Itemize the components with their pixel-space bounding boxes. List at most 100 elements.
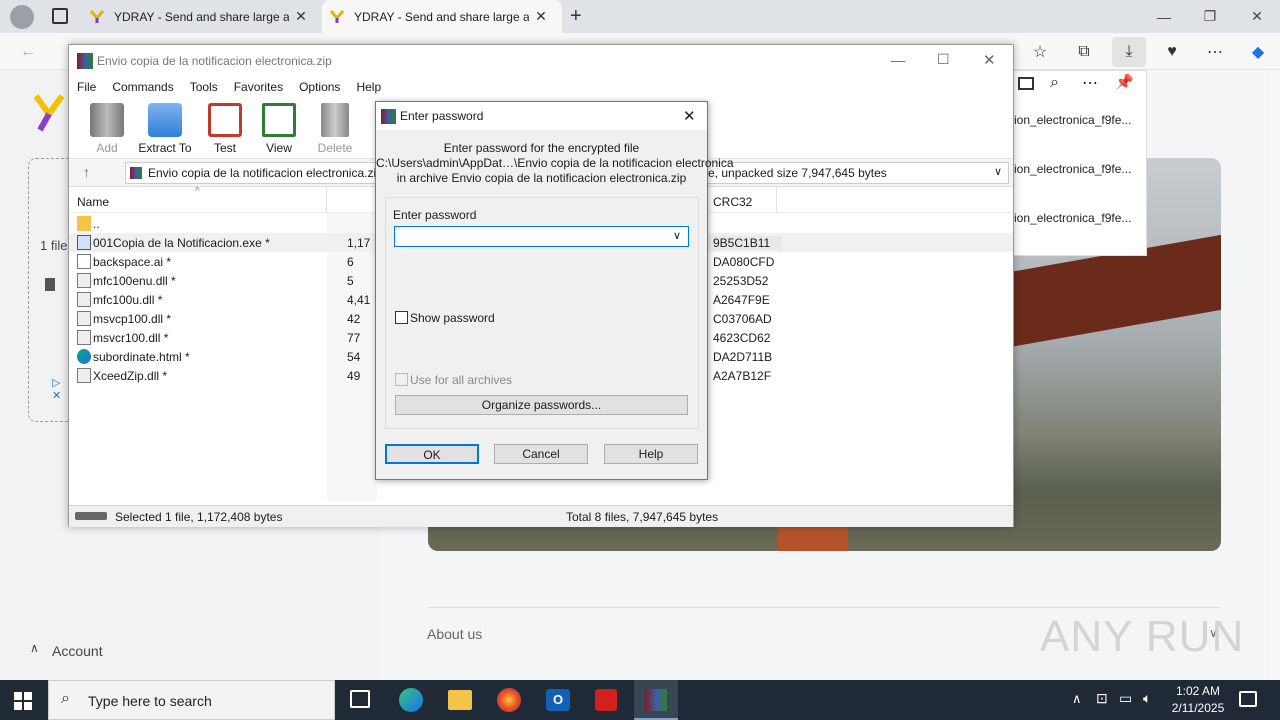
notifications-icon[interactable]	[1239, 691, 1257, 707]
winrar-app-icon	[381, 109, 396, 124]
add-button[interactable]: Add	[77, 103, 137, 155]
chevron-down-icon[interactable]: ∨	[994, 165, 1002, 178]
winrar-taskbar-icon[interactable]	[634, 680, 678, 720]
close-tab-icon[interactable]: ✕	[293, 8, 309, 25]
open-folder-icon[interactable]	[1018, 77, 1034, 90]
about-us-link[interactable]: About us	[427, 626, 482, 642]
taskbar: ⌕ Type here to search O ∧ ⊡ ▭ 🔈︎ 1:02 AM…	[0, 680, 1280, 720]
file-crc: 4623CD62	[713, 331, 771, 345]
extract-to-button[interactable]: Extract To	[135, 103, 195, 155]
delete-button[interactable]: Delete	[305, 103, 365, 155]
menu-help[interactable]: Help	[356, 80, 381, 94]
winrar-title-bar: Envio copia de la notificacion electroni…	[69, 45, 1013, 77]
file-crc: DA2D711B	[713, 350, 773, 364]
new-tab-icon[interactable]: +	[570, 5, 582, 28]
menu-file[interactable]: File	[77, 80, 96, 94]
trash-icon	[321, 103, 349, 137]
maximize-icon[interactable]: ☐	[937, 51, 950, 68]
file-crc: C03706AD	[713, 312, 772, 326]
menu-commands[interactable]: Commands	[112, 80, 173, 94]
password-field[interactable]: ∨	[394, 226, 689, 247]
search-icon[interactable]: ⌕	[1050, 74, 1059, 92]
file-name: msvcp100.dll *	[93, 312, 172, 326]
tab-actions-icon[interactable]	[52, 8, 68, 24]
download-item[interactable]: ion_electronica_f9fe...	[1014, 211, 1131, 225]
pin-icon[interactable]: 📌	[1115, 73, 1134, 91]
firefox-icon[interactable]	[497, 688, 521, 712]
task-view-icon[interactable]	[350, 690, 370, 708]
up-arrow-icon[interactable]: ↑	[83, 164, 90, 180]
divider	[427, 607, 1221, 608]
account-link[interactable]: Account	[52, 643, 103, 659]
device-icon[interactable]: ⊡	[1096, 690, 1108, 707]
message-line-1: Enter password for the encrypted file	[443, 141, 640, 155]
file-explorer-icon[interactable]	[448, 690, 472, 710]
status-total: Total 8 files, 7,947,645 bytes	[566, 510, 719, 524]
extract-to-label: Extract To	[138, 141, 192, 155]
chevron-up-icon[interactable]: ∧	[30, 641, 39, 655]
collections-icon[interactable]: ⧉	[1072, 40, 1096, 64]
close-tab-icon[interactable]: ✕	[533, 8, 549, 25]
drive-icon	[75, 512, 107, 520]
cancel-button[interactable]: Cancel	[494, 444, 588, 464]
chevron-down-icon[interactable]: ∨	[673, 229, 681, 242]
windows-start-icon[interactable]	[14, 692, 32, 710]
network-icon[interactable]: ▭	[1119, 690, 1132, 707]
menu-options[interactable]: Options	[299, 80, 340, 94]
close-window-icon[interactable]: ✕	[983, 51, 996, 69]
downloads-icon[interactable]: ⤓	[1112, 37, 1146, 67]
restore-icon[interactable]: ❐	[1187, 0, 1233, 33]
status-selected: Selected 1 file, 1,172,408 bytes	[115, 510, 283, 524]
minimize-icon[interactable]: —	[891, 52, 905, 68]
close-window-icon[interactable]: ✕	[1234, 0, 1280, 33]
download-item[interactable]: ion_electronica_f9fe...	[1014, 113, 1131, 127]
favorites-star-icon[interactable]: ☆	[1028, 40, 1052, 64]
clock-time[interactable]: 1:02 AM	[1172, 684, 1224, 698]
clock-date[interactable]: 2/11/2025	[1166, 701, 1230, 715]
search-icon: ⌕	[61, 690, 70, 707]
file-name: mfc100u.dll *	[93, 293, 163, 307]
file-name: msvcr100.dll *	[93, 331, 169, 345]
taskbar-search[interactable]: ⌕ Type here to search	[48, 680, 335, 720]
more-options-icon[interactable]: ⋯	[1082, 73, 1098, 93]
dll-icon	[77, 330, 91, 345]
ad-info-icon[interactable]: ▷ ✕	[52, 376, 68, 406]
ydray-logo-icon	[34, 94, 64, 132]
performance-icon[interactable]: ♥	[1160, 40, 1184, 64]
back-icon[interactable]: ←	[16, 40, 40, 64]
menu-tools[interactable]: Tools	[190, 80, 218, 94]
dll-icon	[77, 273, 91, 288]
download-item[interactable]: ion_electronica_f9fe...	[1014, 162, 1131, 176]
acrobat-icon[interactable]	[595, 689, 617, 711]
column-crc[interactable]: CRC32	[713, 195, 752, 209]
file-icon	[77, 254, 91, 269]
volume-icon[interactable]: 🔈︎	[1143, 690, 1151, 707]
show-password-label[interactable]: Show password	[410, 311, 495, 325]
close-icon[interactable]: ✕	[683, 107, 696, 125]
profile-avatar-icon[interactable]	[10, 5, 34, 29]
tab-ydray-1[interactable]: YDRAY - Send and share large an ✕	[82, 0, 320, 33]
password-label: Enter password	[393, 208, 477, 222]
help-button[interactable]: Help	[604, 444, 698, 464]
exe-icon	[77, 235, 91, 250]
edge-icon[interactable]	[399, 688, 423, 712]
view-button[interactable]: View	[249, 103, 309, 155]
show-password-checkbox[interactable]	[395, 311, 408, 324]
ydray-favicon-icon	[330, 9, 344, 23]
organize-passwords-button[interactable]: Organize passwords...	[395, 395, 688, 415]
file-crc: A2647F9E	[713, 293, 770, 307]
password-dialog: Enter password ✕ Enter password for the …	[375, 101, 734, 480]
copilot-icon[interactable]: ◆	[1246, 40, 1270, 64]
test-button[interactable]: Test	[195, 103, 255, 155]
ok-button[interactable]: OK	[385, 444, 479, 464]
browser-tab-bar: YDRAY - Send and share large an ✕ YDRAY …	[0, 0, 1280, 33]
chevron-up-icon[interactable]: ∧	[1072, 691, 1082, 707]
minimize-icon[interactable]: —	[1141, 0, 1187, 33]
search-placeholder: Type here to search	[88, 693, 212, 709]
tab-ydray-2[interactable]: YDRAY - Send and share large an ✕	[322, 0, 562, 33]
test-label: Test	[213, 141, 236, 155]
outlook-icon[interactable]: O	[546, 689, 570, 711]
column-name[interactable]: Name	[77, 195, 109, 209]
more-menu-icon[interactable]: ⋯	[1203, 40, 1227, 64]
menu-favorites[interactable]: Favorites	[234, 80, 283, 94]
